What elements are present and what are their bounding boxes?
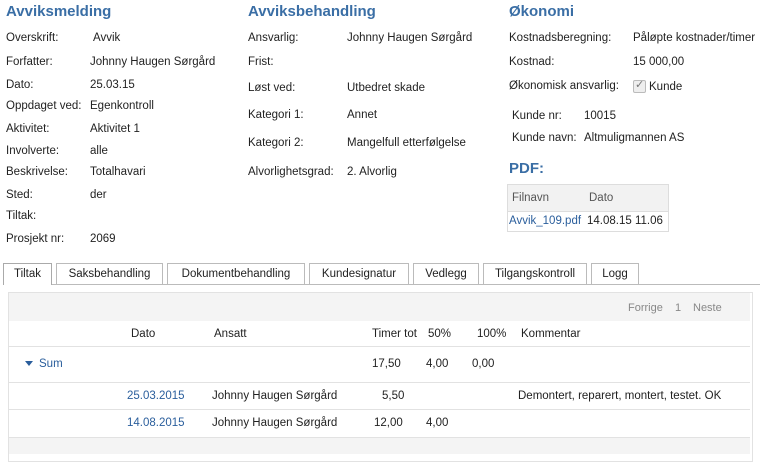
sum-toggle[interactable]: Sum — [25, 358, 63, 370]
sum-100: 0,00 — [472, 358, 495, 370]
field-label: Ansvarlig: — [248, 32, 299, 44]
sum-label: Sum — [39, 358, 63, 370]
kostnadsberegning-label: Kostnadsberegning: — [509, 32, 612, 44]
field-label: Kategori 2: — [248, 137, 304, 149]
field-value: Johnny Haugen Sørgård — [347, 32, 473, 44]
field-label: Aktivitet: — [6, 123, 50, 135]
col-100: 100% — [477, 328, 507, 340]
tab-tiltak[interactable]: Tiltak — [3, 263, 52, 286]
kunde-navn-value: Altmuligmannen AS — [584, 132, 685, 144]
field-value: 2069 — [90, 233, 116, 245]
field-value: Mangelfull etterfølgelse — [347, 137, 466, 149]
pdf-table: Filnavn Dato Avvik_109.pdf 14.08.15 11.0… — [507, 184, 669, 232]
field-value: der — [90, 189, 107, 201]
field-value: 25.03.15 — [90, 79, 135, 91]
field-label: Sted: — [6, 189, 33, 201]
col-kommentar: Kommentar — [521, 328, 581, 340]
okonomisk-ansvarlig-label: Økonomisk ansvarlig: — [509, 80, 619, 92]
col-dato: Dato — [131, 328, 156, 340]
pager: Forrige 1 Neste — [9, 293, 750, 321]
col-ansatt: Ansatt — [214, 328, 247, 340]
field-value: Annet — [347, 109, 378, 121]
kostnad-value: 15 000,00 — [633, 56, 685, 68]
field-value: Aktivitet 1 — [90, 123, 140, 135]
header-divider — [9, 346, 750, 347]
field-label: Tiltak: — [6, 210, 37, 222]
field-label: Kategori 1: — [248, 109, 304, 121]
field-label: Forfatter: — [6, 56, 53, 68]
tab-kundesignatur[interactable]: Kundesignatur — [309, 263, 409, 284]
kunde-nr-value: 10015 — [584, 110, 616, 122]
row-ansatt: Johnny Haugen Sørgård — [212, 417, 338, 429]
field-value: Avvik — [93, 32, 121, 44]
field-label: Frist: — [248, 56, 274, 68]
field-label: Overskrift: — [6, 32, 59, 44]
field-label: Dato: — [6, 79, 34, 91]
field-value: Totalhavari — [90, 166, 146, 178]
field-label: Involverte: — [6, 145, 60, 157]
row-divider — [9, 382, 750, 383]
pdf-file-link[interactable]: Avvik_109.pdf — [509, 215, 581, 227]
grid-footer — [9, 437, 750, 454]
field-label: Prosjekt nr: — [6, 233, 65, 245]
field-value: Utbedret skade — [347, 82, 425, 94]
row-date-link[interactable]: 25.03.2015 — [127, 390, 185, 402]
pdf-title: PDF: — [509, 160, 544, 177]
field-value: alle — [90, 145, 108, 157]
sum-50: 4,00 — [426, 358, 449, 370]
row-timer-tot: 5,50 — [382, 390, 405, 402]
field-label: Alvorlighetsgrad: — [248, 166, 334, 178]
okonomi-title: Økonomi — [509, 3, 575, 20]
col-50: 50% — [428, 328, 452, 340]
pdf-file-date: 14.08.15 11.06 — [587, 215, 663, 227]
tab-dokumentbehandling[interactable]: Dokumentbehandling — [167, 263, 305, 284]
avviksmelding-title: Avviksmelding — [6, 3, 112, 20]
tab-logg[interactable]: Logg — [591, 263, 639, 284]
field-label: Løst ved: — [248, 82, 296, 94]
col-timer-tot: Timer tot — [372, 328, 417, 340]
pager-page: 1 — [675, 302, 682, 314]
kostnad-label: Kostnad: — [509, 56, 555, 68]
kostnadsberegning-value: Påløpte kostnader/timer — [633, 32, 756, 44]
pdf-table-header: Filnavn Dato — [508, 185, 668, 212]
row-50: 4,00 — [426, 417, 449, 429]
row-timer-tot: 12,00 — [374, 417, 403, 429]
pdf-col-filnavn: Filnavn — [512, 192, 550, 204]
row-kommentar: Demontert, reparert, montert, testet. OK — [518, 390, 722, 402]
row-ansatt: Johnny Haugen Sørgård — [212, 390, 338, 402]
pager-prev[interactable]: Forrige — [628, 302, 663, 314]
field-value: 2. Alvorlig — [347, 166, 397, 178]
sum-timer-tot: 17,50 — [372, 358, 401, 370]
field-label: Beskrivelse: — [6, 166, 68, 178]
okonomisk-ansvarlig-checkbox[interactable] — [633, 78, 646, 93]
field-value: Egenkontroll — [90, 100, 154, 112]
kunde-nr-label: Kunde nr: — [512, 110, 562, 122]
tab-tilgangskontroll[interactable]: Tilgangskontroll — [483, 263, 587, 284]
kunde-navn-label: Kunde navn: — [512, 132, 577, 144]
field-label: Oppdaget ved: — [6, 100, 82, 112]
expand-triangle-icon — [25, 361, 33, 367]
row-divider — [9, 409, 750, 410]
pdf-col-dato: Dato — [589, 192, 614, 204]
pager-next[interactable]: Neste — [693, 302, 722, 314]
okonomisk-ansvarlig-value: Kunde — [649, 81, 683, 93]
row-date-link[interactable]: 14.08.2015 — [127, 417, 185, 429]
avviksbehandling-title: Avviksbehandling — [248, 3, 376, 20]
tab-saksbehandling[interactable]: Saksbehandling — [56, 263, 163, 284]
field-value: Johnny Haugen Sørgård — [90, 56, 216, 68]
tab-vedlegg[interactable]: Vedlegg — [413, 263, 479, 284]
